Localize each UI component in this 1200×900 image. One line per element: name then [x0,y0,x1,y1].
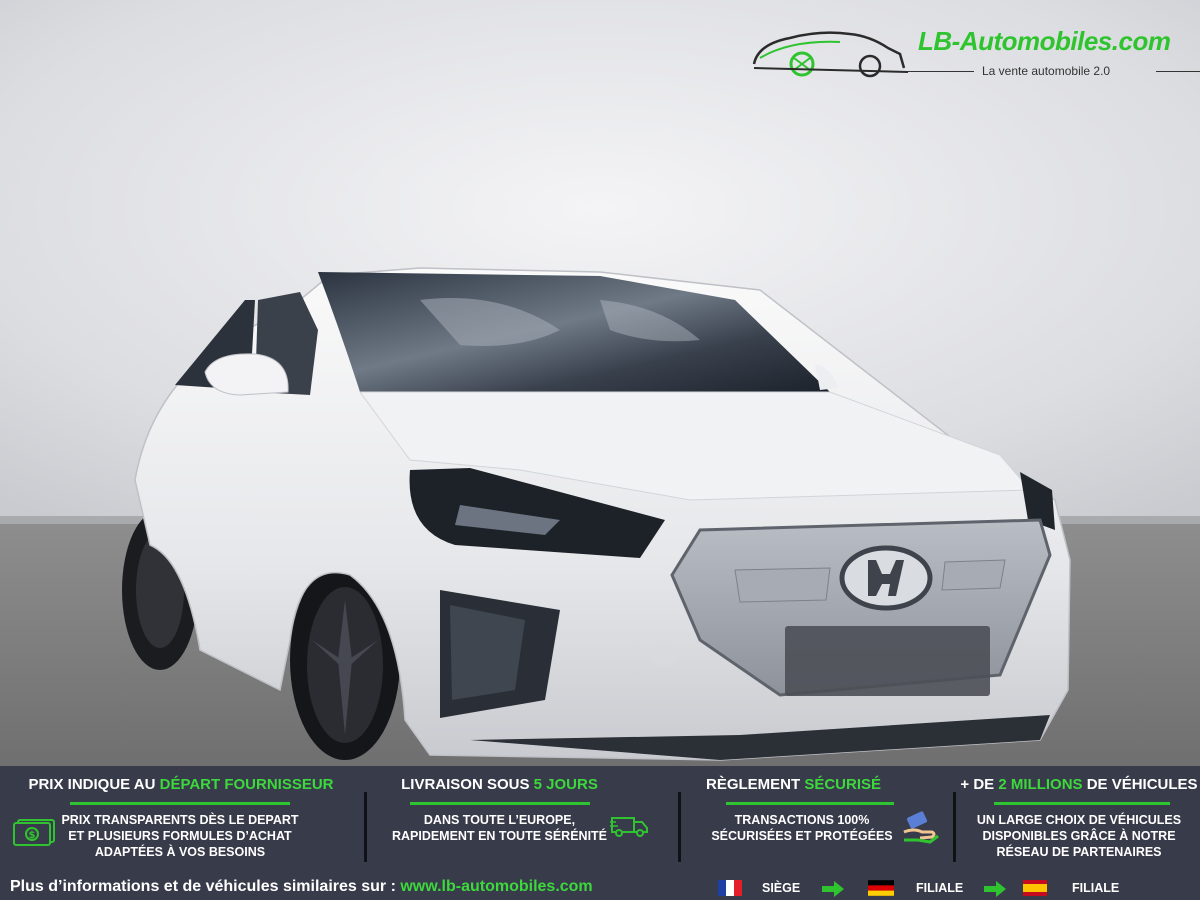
brand-tagline: La vente automobile 2.0 [982,64,1111,78]
divider [364,792,367,862]
car-logo-icon [752,31,909,78]
money-icon: $ [13,819,55,846]
more-info-text: Plus d’informations et de véhicules simi… [10,878,593,895]
banner-item-description: TRANSACTIONS 100% SÉCURISÉES ET PROTÉGÉE… [711,813,893,843]
spain-flag-icon [1023,880,1047,896]
banner-item-payment: RÈGLEMENT SÉCURISÉ TRANSACTIONS 100% SÉC… [686,766,951,870]
listing-image: LB-Automobiles.com La vente automobile 2… [0,0,1200,900]
hyundai-logo [839,545,933,611]
divider [678,792,681,862]
title-underline [70,802,290,805]
banner-item-delivery: LIVRAISON SOUS 5 JOURS DANS TOUTE L’EURO… [372,766,677,870]
banner-item-description: PRIX TRANSPARENTS DÈS LE DEPART ET PLUSI… [61,813,299,859]
banner-item-title: + DE 2 MILLIONS DE VÉHICULES [960,776,1198,793]
germany-flag-icon [868,880,894,896]
svg-text:$: $ [29,830,36,841]
tagline-rule-right [1156,71,1200,72]
arrow-right-icon [984,881,1006,897]
tagline-rule-left [908,71,974,72]
car-photo [0,0,1200,766]
banner-item-title: LIVRAISON SOUS 5 JOURS [401,776,598,793]
arrow-right-icon [822,881,844,897]
location-label-siege: SIÈGE [762,881,801,895]
lb-automobiles-logo: LB-Automobiles.com La vente automobile 2… [750,22,1200,82]
title-underline [994,802,1170,805]
banner-item-title: PRIX INDIQUE AU DÉPART FOURNISSEUR [28,776,334,793]
title-underline [726,802,894,805]
france-flag-icon [718,880,742,896]
delivery-truck-icon [610,817,648,837]
info-banner: PRIX INDIQUE AU DÉPART FOURNISSEUR $ PRI… [0,766,1200,900]
banner-footer: Plus d’informations et de véhicules simi… [0,872,1200,900]
website-link[interactable]: www.lb-automobiles.com [400,878,592,895]
banner-item-description: UN LARGE CHOIX DE VÉHICULES DISPONIBLES … [976,813,1182,859]
location-label-filiale: FILIALE [916,881,964,895]
divider [953,792,956,862]
banner-item-description: DANS TOUTE L’EUROPE, RAPIDEMENT EN TOUTE… [391,813,608,843]
brand-name: LB-Automobiles.com [918,26,1171,56]
payment-hand-icon [903,811,939,844]
banner-item-price: PRIX INDIQUE AU DÉPART FOURNISSEUR $ PRI… [0,766,362,870]
banner-item-vehicles: + DE 2 MILLIONS DE VÉHICULES UN LARGE CH… [958,766,1200,870]
location-label-filiale: FILIALE [1072,881,1120,895]
banner-item-title: RÈGLEMENT SÉCURISÉ [705,776,882,793]
title-underline [410,802,590,805]
